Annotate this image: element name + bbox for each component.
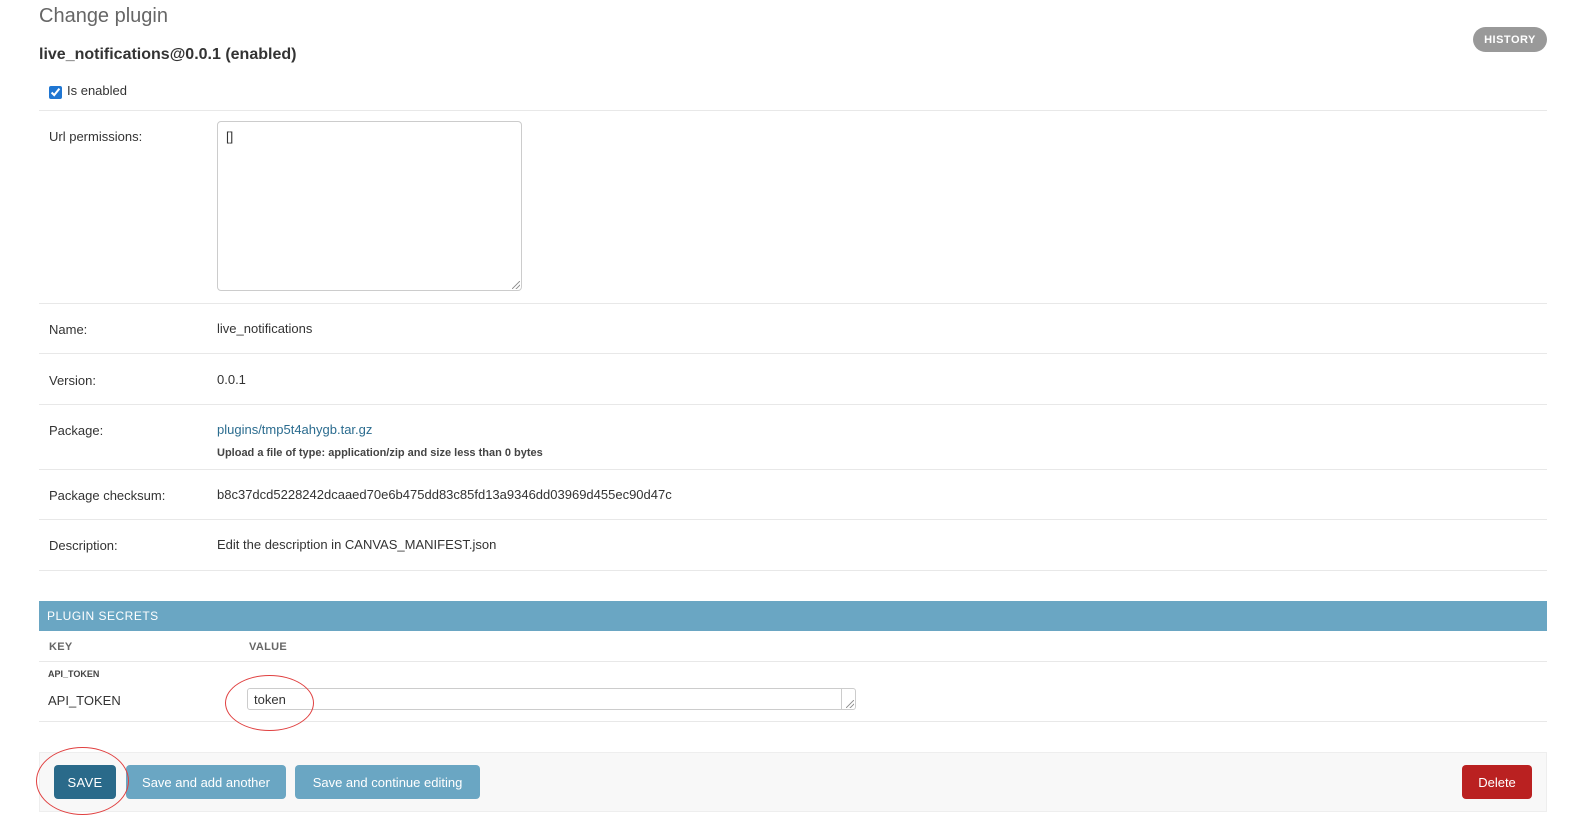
divider (39, 353, 1547, 354)
package-link-wrap: plugins/tmp5t4ahygb.tar.gz (217, 422, 372, 437)
resize-grip-icon[interactable] (512, 281, 520, 289)
api-token-value-input[interactable] (247, 688, 856, 710)
package-link[interactable]: plugins/tmp5t4ahygb.tar.gz (217, 422, 372, 437)
divider (39, 721, 1547, 722)
version-label: Version: (49, 373, 96, 388)
history-button[interactable]: HISTORY (1473, 27, 1547, 52)
plugin-secrets-header: PLUGIN SECRETS (39, 601, 1547, 631)
divider (39, 110, 1547, 111)
save-and-continue-button[interactable]: Save and continue editing (295, 765, 480, 799)
package-label: Package: (49, 423, 104, 438)
is-enabled-label: Is enabled (67, 83, 127, 98)
key-column-header: KEY (49, 641, 73, 653)
description-label: Description: (49, 538, 118, 553)
package-help-text: Upload a file of type: application/zip a… (217, 447, 543, 459)
page-title: Change plugin (39, 5, 168, 27)
change-plugin-page: Change plugin HISTORY live_notifications… (0, 0, 1587, 833)
save-and-add-another-button[interactable]: Save and add another (126, 765, 286, 799)
is-enabled-row[interactable]: Is enabled (49, 82, 127, 99)
checksum-label: Package checksum: (49, 488, 166, 503)
save-button[interactable]: SAVE (54, 765, 116, 799)
secret-row-small-label: API_TOKEN (48, 669, 100, 679)
divider (39, 469, 1547, 470)
input-divider (841, 689, 842, 709)
secret-row-key: API_TOKEN (48, 693, 121, 708)
url-permissions-textarea[interactable]: [] (217, 121, 522, 291)
delete-button[interactable]: Delete (1462, 765, 1532, 799)
is-enabled-checkbox[interactable] (49, 86, 62, 99)
name-label: Name: (49, 322, 88, 337)
object-title: live_notifications@0.0.1 (enabled) (39, 46, 297, 63)
divider (39, 661, 1547, 662)
resize-grip-icon[interactable] (846, 700, 854, 708)
checksum-value: b8c37dcd5228242dcaaed70e6b475dd83c85fd13… (217, 487, 672, 502)
value-column-header: VALUE (249, 641, 287, 653)
divider (39, 570, 1547, 571)
name-value: live_notifications (217, 321, 313, 336)
divider (39, 519, 1547, 520)
url-permissions-label: Url permissions: (49, 129, 143, 144)
version-value: 0.0.1 (217, 372, 246, 387)
divider (39, 303, 1547, 304)
divider (39, 404, 1547, 405)
description-value: Edit the description in CANVAS_MANIFEST.… (217, 537, 497, 552)
